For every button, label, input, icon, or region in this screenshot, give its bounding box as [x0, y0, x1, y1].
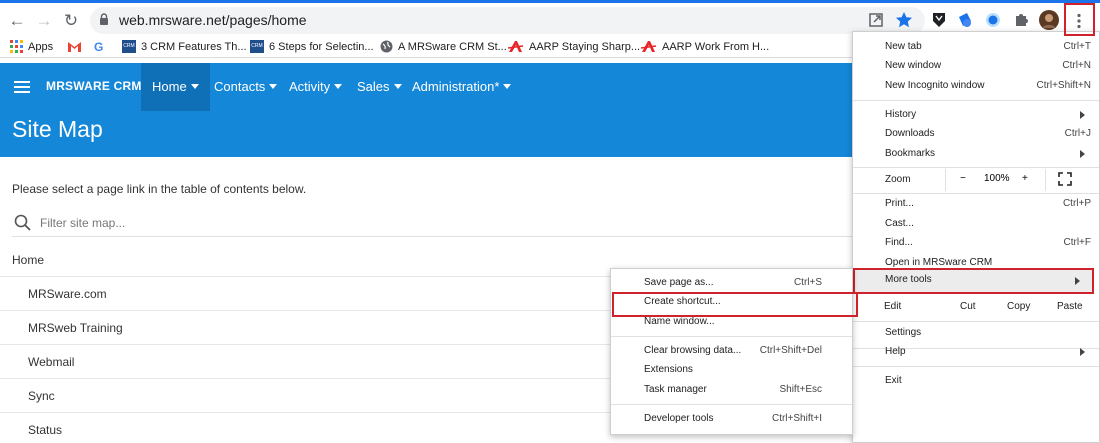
menu-separator: [853, 366, 1099, 367]
google-icon: G: [94, 40, 104, 54]
back-arrow-icon[interactable]: ←: [6, 10, 28, 32]
extension-chat-icon[interactable]: [956, 11, 974, 29]
menu-save-page-as[interactable]: Save page as... Ctrl+S: [611, 273, 852, 293]
menu-paste-button[interactable]: Paste: [1057, 301, 1083, 312]
extension-shield-icon[interactable]: [930, 11, 948, 29]
menu-separator: [853, 167, 1099, 168]
bookmark-mrsware-crm[interactable]: A MRSware CRM St...: [380, 39, 507, 55]
search-icon: [14, 214, 31, 231]
nav-administration[interactable]: Administration*: [401, 63, 522, 111]
hamburger-menu-icon[interactable]: [14, 81, 30, 93]
filter-site-map-input[interactable]: [40, 212, 850, 234]
submenu-arrow-icon: [1080, 111, 1085, 119]
bookmark-google[interactable]: G: [94, 39, 108, 55]
menu-help[interactable]: Help: [853, 342, 1099, 362]
bookmark-apps[interactable]: Apps: [10, 39, 53, 55]
menu-task-manager[interactable]: Task manager Shift+Esc: [611, 380, 852, 400]
lock-icon: [100, 13, 108, 25]
menu-new-window[interactable]: New window Ctrl+N: [853, 56, 1099, 76]
menu-print[interactable]: Print... Ctrl+P: [853, 194, 1099, 214]
bookmark-crm-features[interactable]: CRM 3 CRM Features Th...: [122, 39, 247, 55]
menu-exit[interactable]: Exit: [853, 371, 1099, 391]
browser-window: ← → ↻ web.mrsware.net/pages/home Apps G …: [0, 0, 1100, 443]
chrome-main-menu: New tab Ctrl+T New window Ctrl+N New Incog…: [852, 31, 1100, 443]
bookmark-star-icon[interactable]: [894, 10, 914, 30]
aarp-icon: [641, 41, 657, 52]
extension-circle-icon[interactable]: [984, 11, 1002, 29]
menu-developer-tools[interactable]: Developer tools Ctrl+Shift+I: [611, 409, 852, 429]
bookmark-gmail[interactable]: [67, 39, 87, 55]
menu-cut-button[interactable]: Cut: [960, 301, 976, 312]
caret-down-icon: [503, 84, 512, 89]
nav-home[interactable]: Home: [141, 63, 210, 111]
bookmark-6-steps[interactable]: CRM 6 Steps for Selectin...: [250, 39, 374, 55]
caret-down-icon: [334, 84, 343, 89]
caret-down-icon: [190, 84, 199, 89]
menu-find[interactable]: Find... Ctrl+F: [853, 233, 1099, 253]
bookmark-aarp-work-from-home[interactable]: AARP Work From H...: [641, 39, 769, 55]
menu-history[interactable]: History: [853, 105, 1099, 125]
fullscreen-icon[interactable]: [1058, 172, 1072, 186]
crm-icon: CRM: [122, 40, 136, 53]
kebab-menu-highlight: [1064, 3, 1095, 36]
menu-separator: [611, 404, 852, 405]
submenu-arrow-icon: [1080, 348, 1085, 356]
intro-text: Please select a page link in the table o…: [12, 182, 307, 196]
menu-extensions[interactable]: Extensions: [611, 360, 852, 380]
bookmark-aarp-staying-sharp[interactable]: AARP Staying Sharp...: [508, 39, 640, 55]
globe-icon: [380, 40, 393, 53]
menu-separator: [853, 321, 1099, 322]
menu-downloads[interactable]: Downloads Ctrl+J: [853, 124, 1099, 144]
extensions-puzzle-icon[interactable]: [1012, 11, 1030, 29]
nav-activity[interactable]: Activity: [278, 63, 353, 111]
menu-copy-button[interactable]: Copy: [1007, 301, 1030, 312]
crm-icon: CRM: [250, 40, 264, 53]
address-bar[interactable]: web.mrsware.net/pages/home: [90, 7, 925, 34]
apps-grid-icon: [10, 40, 23, 53]
submenu-arrow-icon: [1075, 277, 1080, 285]
zoom-in-button[interactable]: +: [1022, 173, 1028, 184]
menu-settings[interactable]: Settings: [853, 323, 1099, 343]
forward-arrow-icon[interactable]: →: [33, 10, 55, 32]
zoom-level: 100%: [984, 173, 1010, 184]
menu-new-incognito-window[interactable]: New Incognito window Ctrl+Shift+N: [853, 76, 1099, 96]
brand-logo[interactable]: MRSWARE CRM: [46, 79, 142, 93]
aarp-icon: [508, 41, 524, 52]
menu-separator: [853, 100, 1099, 101]
menu-more-tools[interactable]: More tools: [853, 268, 1094, 294]
profile-avatar[interactable]: [1039, 10, 1059, 30]
menu-new-tab[interactable]: New tab Ctrl+T: [853, 37, 1099, 57]
zoom-out-button[interactable]: −: [960, 173, 966, 184]
url-text[interactable]: web.mrsware.net/pages/home: [119, 12, 307, 28]
menu-bookmarks[interactable]: Bookmarks: [853, 144, 1099, 164]
caret-down-icon: [269, 84, 278, 89]
submenu-arrow-icon: [1080, 150, 1085, 158]
reload-icon[interactable]: ↻: [60, 10, 82, 32]
menu-edit-label: Edit: [884, 301, 902, 312]
open-in-app-icon[interactable]: [866, 10, 886, 30]
menu-cast[interactable]: Cast...: [853, 214, 1099, 234]
page-title: Site Map: [12, 116, 103, 142]
gmail-icon: [68, 42, 81, 52]
zoom-controls: − 100% +: [945, 169, 1046, 191]
menu-separator: [611, 336, 852, 337]
menu-clear-browsing-data[interactable]: Clear browsing data... Ctrl+Shift+Del: [611, 341, 852, 361]
nav-contacts[interactable]: Contacts: [203, 63, 288, 111]
search-underline: [12, 236, 852, 237]
create-shortcut-highlight: [612, 292, 858, 317]
